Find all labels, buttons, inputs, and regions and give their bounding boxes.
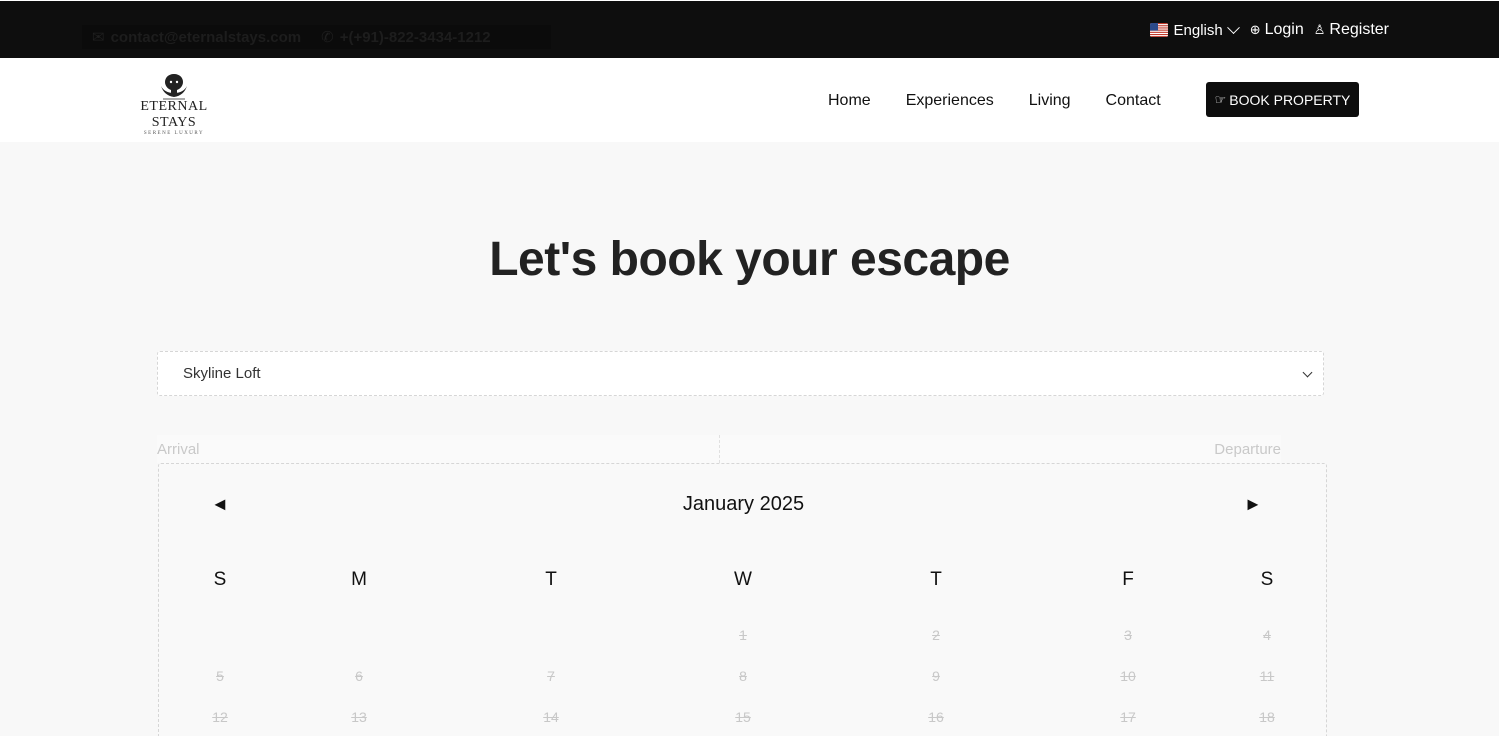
calendar-day[interactable]: 18 — [1259, 709, 1275, 725]
departure-field[interactable]: Departure — [719, 435, 1281, 463]
nav-experiences[interactable]: Experiences — [906, 92, 994, 110]
calendar-day[interactable]: 1 — [739, 627, 747, 643]
us-flag-icon — [1149, 23, 1168, 37]
contact-info: ✉ contact@eternalstays.com ✆ +(+91)-822-… — [82, 25, 551, 49]
calendar-day[interactable]: 17 — [1120, 709, 1136, 725]
chevron-down-icon — [1302, 367, 1313, 378]
brand-tagline: SERENE LUXURY — [143, 131, 205, 136]
brand-logo[interactable]: ETERNAL STAYS SERENE LUXURY — [124, 72, 224, 136]
register-link[interactable]: ♙ Register — [1314, 21, 1389, 39]
property-select[interactable]: Skyline Loft — [157, 351, 1324, 396]
arrival-field[interactable]: Arrival — [157, 435, 720, 463]
nav-links: Home Experiences Living Contact — [828, 92, 1161, 110]
calendar-day[interactable]: 8 — [739, 668, 747, 684]
phone-icon: ✆ — [321, 29, 334, 46]
chevron-down-icon — [1226, 20, 1240, 34]
email-text: contact@eternalstays.com — [110, 28, 302, 46]
book-property-button[interactable]: ☞ BOOK PROPERTY — [1206, 82, 1359, 117]
main-navbar: ETERNAL STAYS SERENE LUXURY Home Experie… — [0, 58, 1499, 142]
departure-label: Departure — [1214, 440, 1281, 458]
book-property-label: BOOK PROPERTY — [1229, 91, 1351, 108]
calendar-day[interactable]: 3 — [1124, 627, 1132, 643]
phone-text: +(+91)-822-3434-1212 — [339, 28, 491, 46]
login-label: Login — [1264, 21, 1304, 38]
lion-crest-icon — [161, 74, 187, 100]
weekday-header: F — [1122, 569, 1134, 590]
calendar-day[interactable]: 11 — [1260, 668, 1275, 684]
brand-name: ETERNAL STAYS — [140, 99, 208, 130]
calendar: ◄ January 2025 ► S M T W T F S 1 2 3 4 5 6 7 8 9 10 11 12 1… — [158, 463, 1327, 736]
register-label: Register — [1329, 21, 1389, 38]
calendar-day[interactable]: 14 — [543, 709, 559, 725]
login-icon: ⊕ — [1249, 22, 1261, 37]
language-selector[interactable]: English — [1149, 20, 1244, 39]
weekday-header: M — [351, 569, 367, 590]
page-title: Let's book your escape — [489, 233, 1010, 286]
calendar-day[interactable]: 2 — [932, 627, 940, 643]
calendar-day[interactable]: 9 — [932, 668, 940, 684]
date-range: Arrival Departure — [157, 435, 1281, 463]
calendar-day[interactable]: 16 — [928, 709, 944, 725]
top-bar: ✉ contact@eternalstays.com ✆ +(+91)-822-… — [0, 0, 1499, 58]
calendar-day[interactable]: 13 — [351, 709, 367, 725]
calendar-day[interactable]: 12 — [212, 709, 228, 725]
calendar-day[interactable]: 7 — [547, 668, 555, 684]
nav-home[interactable]: Home — [828, 92, 871, 110]
calendar-day[interactable]: 5 — [216, 668, 224, 684]
weekday-header: S — [213, 569, 227, 590]
mail-icon: ✉ — [92, 29, 105, 46]
language-label: English — [1173, 21, 1223, 39]
login-link[interactable]: ⊕ Login — [1250, 21, 1304, 39]
weekday-header: T — [930, 569, 942, 590]
calendar-month-title: January 2025 — [682, 493, 805, 515]
weekday-header: T — [545, 569, 557, 590]
top-right-links: English ⊕ Login ♙ Register — [1149, 20, 1389, 39]
calendar-day[interactable]: 10 — [1120, 668, 1136, 684]
arrival-label: Arrival — [157, 440, 200, 458]
nav-living[interactable]: Living — [1029, 92, 1071, 110]
property-selected-value: Skyline Loft — [183, 365, 261, 382]
weekday-header: W — [734, 569, 752, 590]
calendar-day[interactable]: 15 — [735, 709, 751, 725]
hand-point-icon: ☞ — [1214, 91, 1227, 107]
contact-email[interactable]: ✉ contact@eternalstays.com — [92, 28, 302, 47]
calendar-day[interactable]: 6 — [355, 668, 363, 684]
user-icon: ♙ — [1313, 22, 1326, 37]
nav-contact[interactable]: Contact — [1106, 92, 1161, 110]
next-month-button[interactable]: ► — [1244, 494, 1262, 515]
calendar-day[interactable]: 4 — [1263, 627, 1271, 643]
contact-phone[interactable]: ✆ +(+91)-822-3434-1212 — [321, 28, 491, 47]
weekday-header: S — [1260, 569, 1274, 590]
